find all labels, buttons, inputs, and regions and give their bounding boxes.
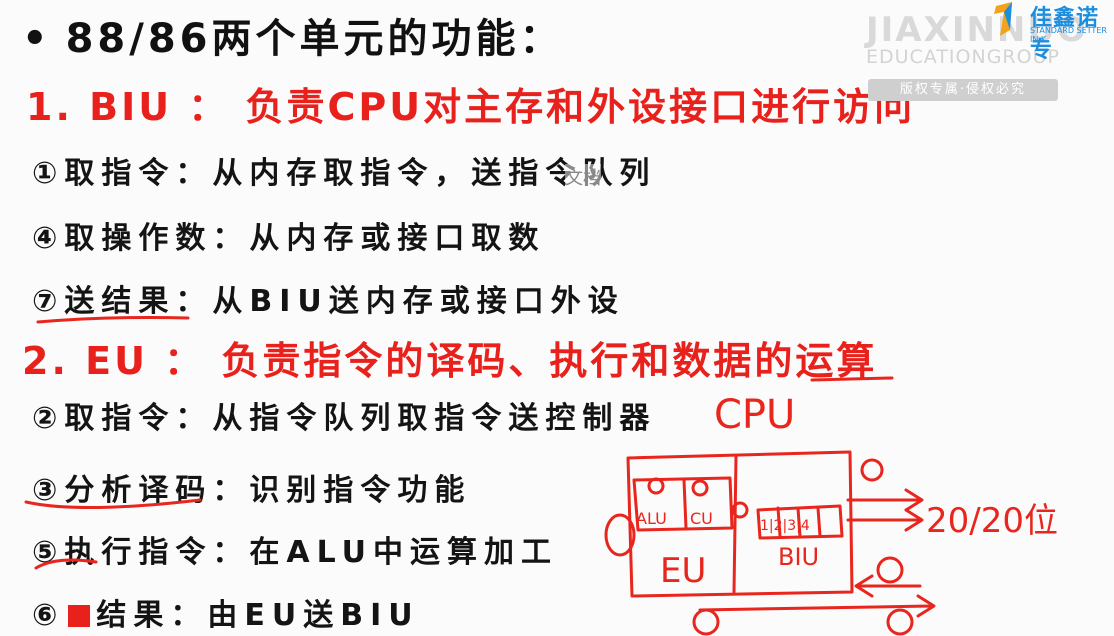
alu-cu-box bbox=[632, 476, 734, 532]
step-circle-2 bbox=[731, 501, 749, 519]
list-item: ①取指令：从内存取指令，送指令队列 bbox=[32, 148, 656, 192]
slide-title: • 88/86两个单元的功能： bbox=[22, 6, 564, 64]
queue-label: 1|2|3|4 bbox=[760, 518, 810, 534]
biu-box-label: BIU bbox=[778, 543, 819, 571]
item-text: 送结果：从BIU送内存或接口外设 bbox=[64, 284, 625, 319]
copyright-badge: 版权专属·侵权必究 bbox=[868, 79, 1058, 101]
alu-cu-divider bbox=[682, 478, 688, 530]
brand-logo-icon bbox=[994, 2, 1012, 36]
title-text: 88/86两个单元的功能： bbox=[65, 16, 564, 62]
popup-label: 文档 bbox=[565, 164, 601, 190]
queue-dividers bbox=[776, 506, 822, 538]
bus-arrow-in bbox=[854, 574, 922, 598]
queue-box bbox=[756, 504, 844, 540]
circle-mark bbox=[604, 513, 636, 557]
step-circle-7 bbox=[886, 608, 914, 636]
step-circle-3 bbox=[691, 479, 709, 497]
bus-arrow-bottom bbox=[698, 594, 936, 618]
item-number: ⑥ bbox=[32, 598, 65, 633]
item-text: 取操作数：从内存或接口取数 bbox=[64, 221, 546, 256]
list-item: ⑤执行指令：在ALU中运算加工 bbox=[32, 527, 558, 571]
step-circle-1 bbox=[860, 458, 884, 482]
list-item: ④取操作数：从内存或接口取数 bbox=[32, 213, 545, 257]
bus-arrow-top bbox=[846, 488, 924, 512]
step-circle-6 bbox=[647, 477, 665, 495]
list-item: ②取指令：从指令队列取指令送控制器 bbox=[32, 393, 656, 437]
list-item: ⑥ 结果：由EU送BIU bbox=[32, 590, 420, 634]
brand-tagline: STANDARD SETTER IN K bbox=[1030, 26, 1107, 44]
item-text: 执行指令：在ALU中运算加工 bbox=[64, 535, 559, 570]
item-number: ② bbox=[32, 401, 65, 436]
title-bullet: • bbox=[22, 16, 52, 62]
step-circle-5 bbox=[692, 608, 720, 636]
item-text: 分析译码：识别指令功能 bbox=[64, 473, 472, 508]
eu-heading: 2. EU ： 负责指令的译码、执行和数据的运算 bbox=[22, 339, 878, 383]
biu-heading: 1. BIU ： 负责CPU对主存和外设接口进行访问 bbox=[26, 85, 916, 129]
eu-biu-divider bbox=[732, 454, 738, 594]
item-number: ⑤ bbox=[32, 535, 65, 570]
bus-arrow-mid bbox=[846, 508, 924, 532]
item-text: 取指令：从指令队列取指令送控制器 bbox=[64, 401, 657, 436]
cpu-box bbox=[626, 450, 854, 598]
slide: • 88/86两个单元的功能： 1. BIU ： 负责CPU对主存和外设接口进行访… bbox=[0, 0, 1114, 636]
item-text: 结果：由EU送BIU bbox=[96, 598, 420, 633]
step-circle-4 bbox=[876, 556, 904, 584]
eu-box-label: EU bbox=[660, 551, 706, 591]
item-number: ① bbox=[32, 156, 65, 191]
cu-box-label: CU bbox=[690, 509, 713, 528]
cpu-label: CPU bbox=[714, 392, 795, 438]
item-number: ③ bbox=[32, 473, 65, 508]
address-bits-label: 20/20位 bbox=[926, 501, 1058, 541]
item-number: ④ bbox=[32, 221, 65, 256]
alu-box-label: ALU bbox=[636, 509, 667, 528]
list-item: ⑦送结果：从BIU送内存或接口外设 bbox=[32, 276, 625, 320]
cursor-marker bbox=[68, 605, 91, 627]
item-number: ⑦ bbox=[32, 284, 65, 319]
list-item: ③分析译码：识别指令功能 bbox=[32, 465, 471, 509]
